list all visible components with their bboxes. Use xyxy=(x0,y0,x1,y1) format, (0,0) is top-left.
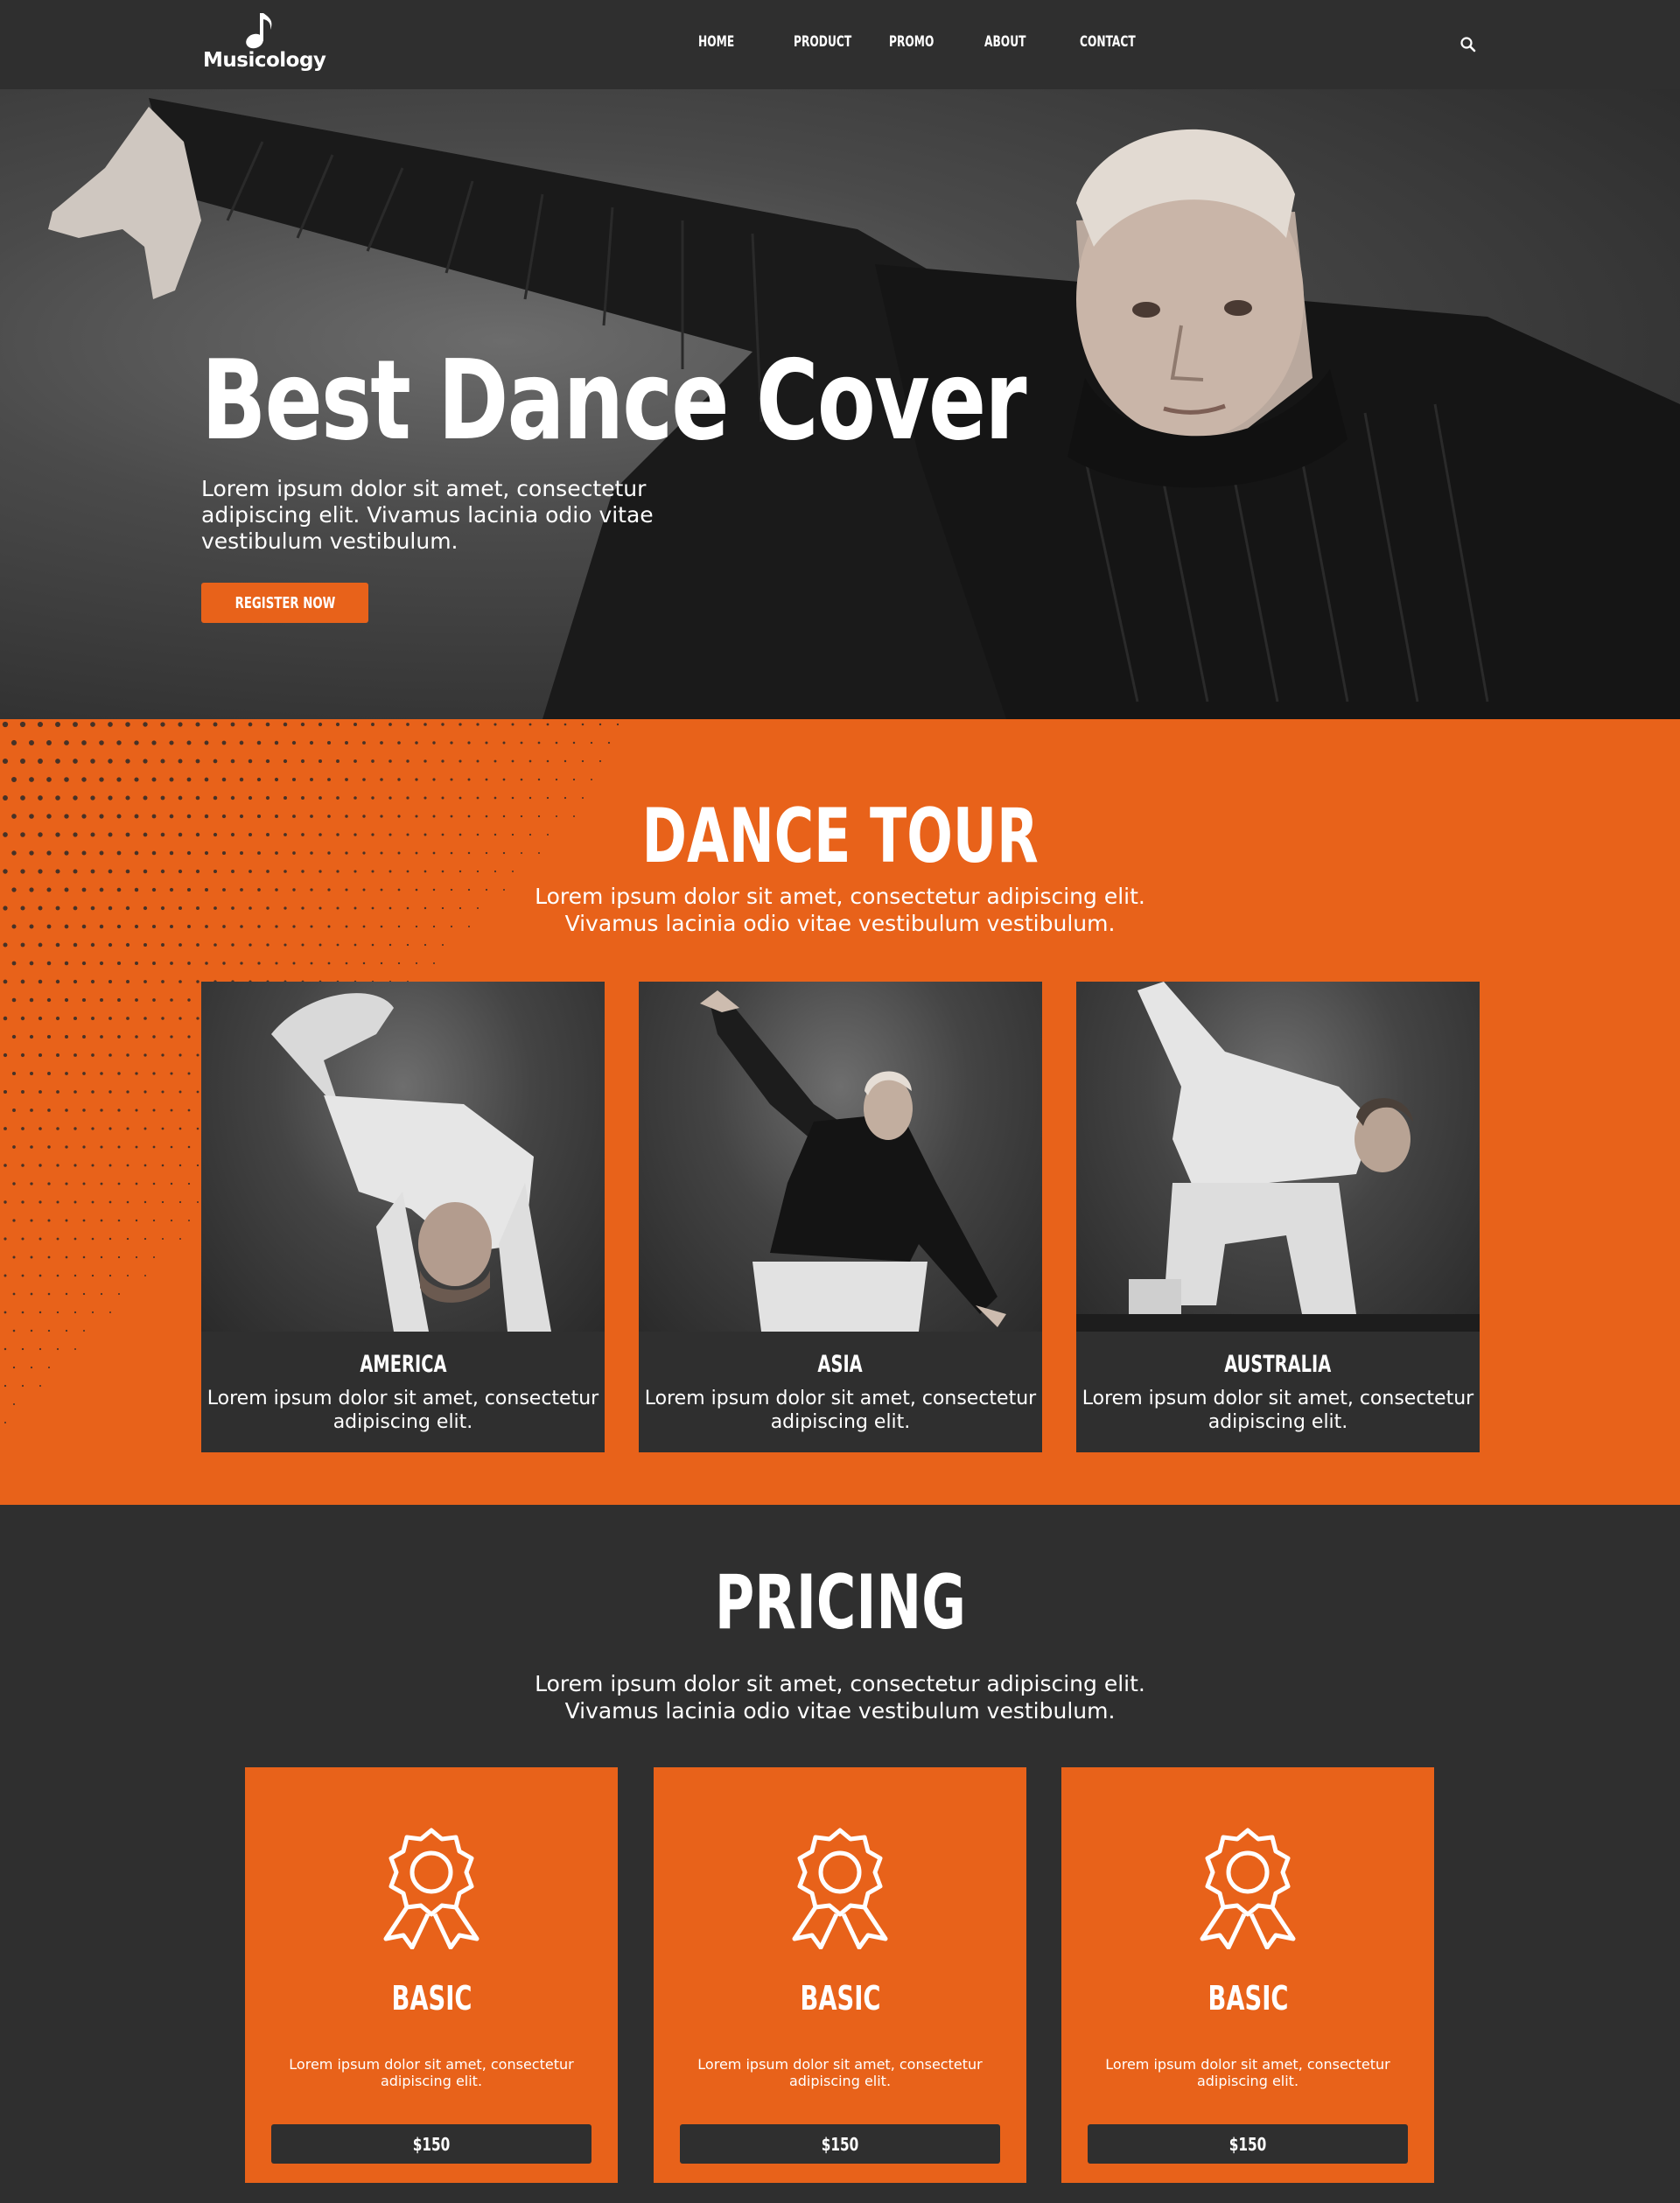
tour-card-america[interactable]: AMERICA Lorem ipsum dolor sit amet, cons… xyxy=(201,982,605,1452)
plan-description: Lorem ipsum dolor sit amet, consectetur … xyxy=(1105,2056,1390,2089)
pricing-subtitle-line1: Lorem ipsum dolor sit amet, consectetur … xyxy=(535,1671,1145,1696)
main-menu: HOME PRODUCT PROMO ABOUT CONTACT xyxy=(698,33,1175,51)
nav-promo[interactable]: PROMO xyxy=(889,33,935,51)
award-ribbon-icon xyxy=(792,1828,888,1949)
price-label: $150 xyxy=(1228,2133,1267,2155)
price-button[interactable]: $150 xyxy=(680,2124,1000,2164)
award-ribbon-icon xyxy=(1200,1828,1296,1949)
dance-tour-section: DANCE TOUR Lorem ipsum dolor sit amet, c… xyxy=(0,719,1680,1505)
tour-subtitle-line2: Vivamus lacinia odio vitae vestibulum ve… xyxy=(564,911,1116,936)
tour-card-title: AUSTRALIA xyxy=(1224,1351,1332,1378)
tour-card-asia[interactable]: ASIA Lorem ipsum dolor sit amet, consect… xyxy=(639,982,1042,1452)
price-button[interactable]: $150 xyxy=(271,2124,592,2164)
tour-card-title: AMERICA xyxy=(359,1351,447,1378)
register-now-label: REGISTER NOW xyxy=(234,593,335,612)
nav-contact[interactable]: CONTACT xyxy=(1080,33,1136,51)
register-now-button[interactable]: REGISTER NOW xyxy=(201,583,368,623)
price-label: $150 xyxy=(412,2133,451,2155)
hero-section: Best Dance Cover Lorem ipsum dolor sit a… xyxy=(0,89,1680,719)
pricing-card-basic: BASIC Lorem ipsum dolor sit amet, consec… xyxy=(1061,1767,1434,2183)
plan-description: Lorem ipsum dolor sit amet, consectetur … xyxy=(697,2056,983,2089)
music-note-icon xyxy=(246,13,272,49)
plan-title: BASIC xyxy=(1208,1979,1288,2018)
tour-subtitle-line1: Lorem ipsum dolor sit amet, consectetur … xyxy=(535,884,1145,909)
award-ribbon-icon xyxy=(383,1828,480,1949)
pricing-subtitle: Lorem ipsum dolor sit amet, consectetur … xyxy=(490,1670,1190,1724)
tour-title: DANCE TOUR xyxy=(641,793,1039,880)
tour-card-title: ASIA xyxy=(817,1351,864,1378)
plan-description: Lorem ipsum dolor sit amet, consectetur … xyxy=(289,2056,574,2089)
hero-title: Best Dance Cover xyxy=(201,336,1026,465)
dancer-photo xyxy=(639,982,1042,1332)
nav-about[interactable]: ABOUT xyxy=(984,33,1031,51)
brand-name: Musicology xyxy=(203,49,326,72)
nav-home[interactable]: HOME xyxy=(698,33,745,51)
plan-title: BASIC xyxy=(391,1979,472,2018)
price-label: $150 xyxy=(821,2133,859,2155)
search-icon[interactable] xyxy=(1460,36,1477,53)
top-nav: Musicology HOME PRODUCT PROMO ABOUT CONT… xyxy=(0,0,1680,89)
pricing-section: PRICING Lorem ipsum dolor sit amet, cons… xyxy=(0,1505,1680,2203)
pricing-card-basic: BASIC Lorem ipsum dolor sit amet, consec… xyxy=(245,1767,618,2183)
tour-card-australia[interactable]: AUSTRALIA Lorem ipsum dolor sit amet, co… xyxy=(1076,982,1480,1452)
plan-title: BASIC xyxy=(800,1979,880,2018)
pricing-title: PRICING xyxy=(714,1559,966,1647)
tour-card-description: Lorem ipsum dolor sit amet, consectetur … xyxy=(206,1388,599,1433)
nav-product[interactable]: PRODUCT xyxy=(794,33,851,51)
hero-description: Lorem ipsum dolor sit amet, consectetur … xyxy=(201,476,654,554)
tour-card-description: Lorem ipsum dolor sit amet, consectetur … xyxy=(1082,1388,1474,1433)
dancer-photo xyxy=(201,982,605,1332)
price-button[interactable]: $150 xyxy=(1088,2124,1408,2164)
brand-logo[interactable]: Musicology xyxy=(203,10,326,76)
tour-card-description: Lorem ipsum dolor sit amet, consectetur … xyxy=(644,1388,1037,1433)
pricing-card-basic: BASIC Lorem ipsum dolor sit amet, consec… xyxy=(654,1767,1026,2183)
pricing-subtitle-line2: Vivamus lacinia odio vitae vestibulum ve… xyxy=(564,1698,1116,1724)
dancer-photo xyxy=(1076,982,1480,1332)
tour-subtitle: Lorem ipsum dolor sit amet, consectetur … xyxy=(490,883,1190,937)
